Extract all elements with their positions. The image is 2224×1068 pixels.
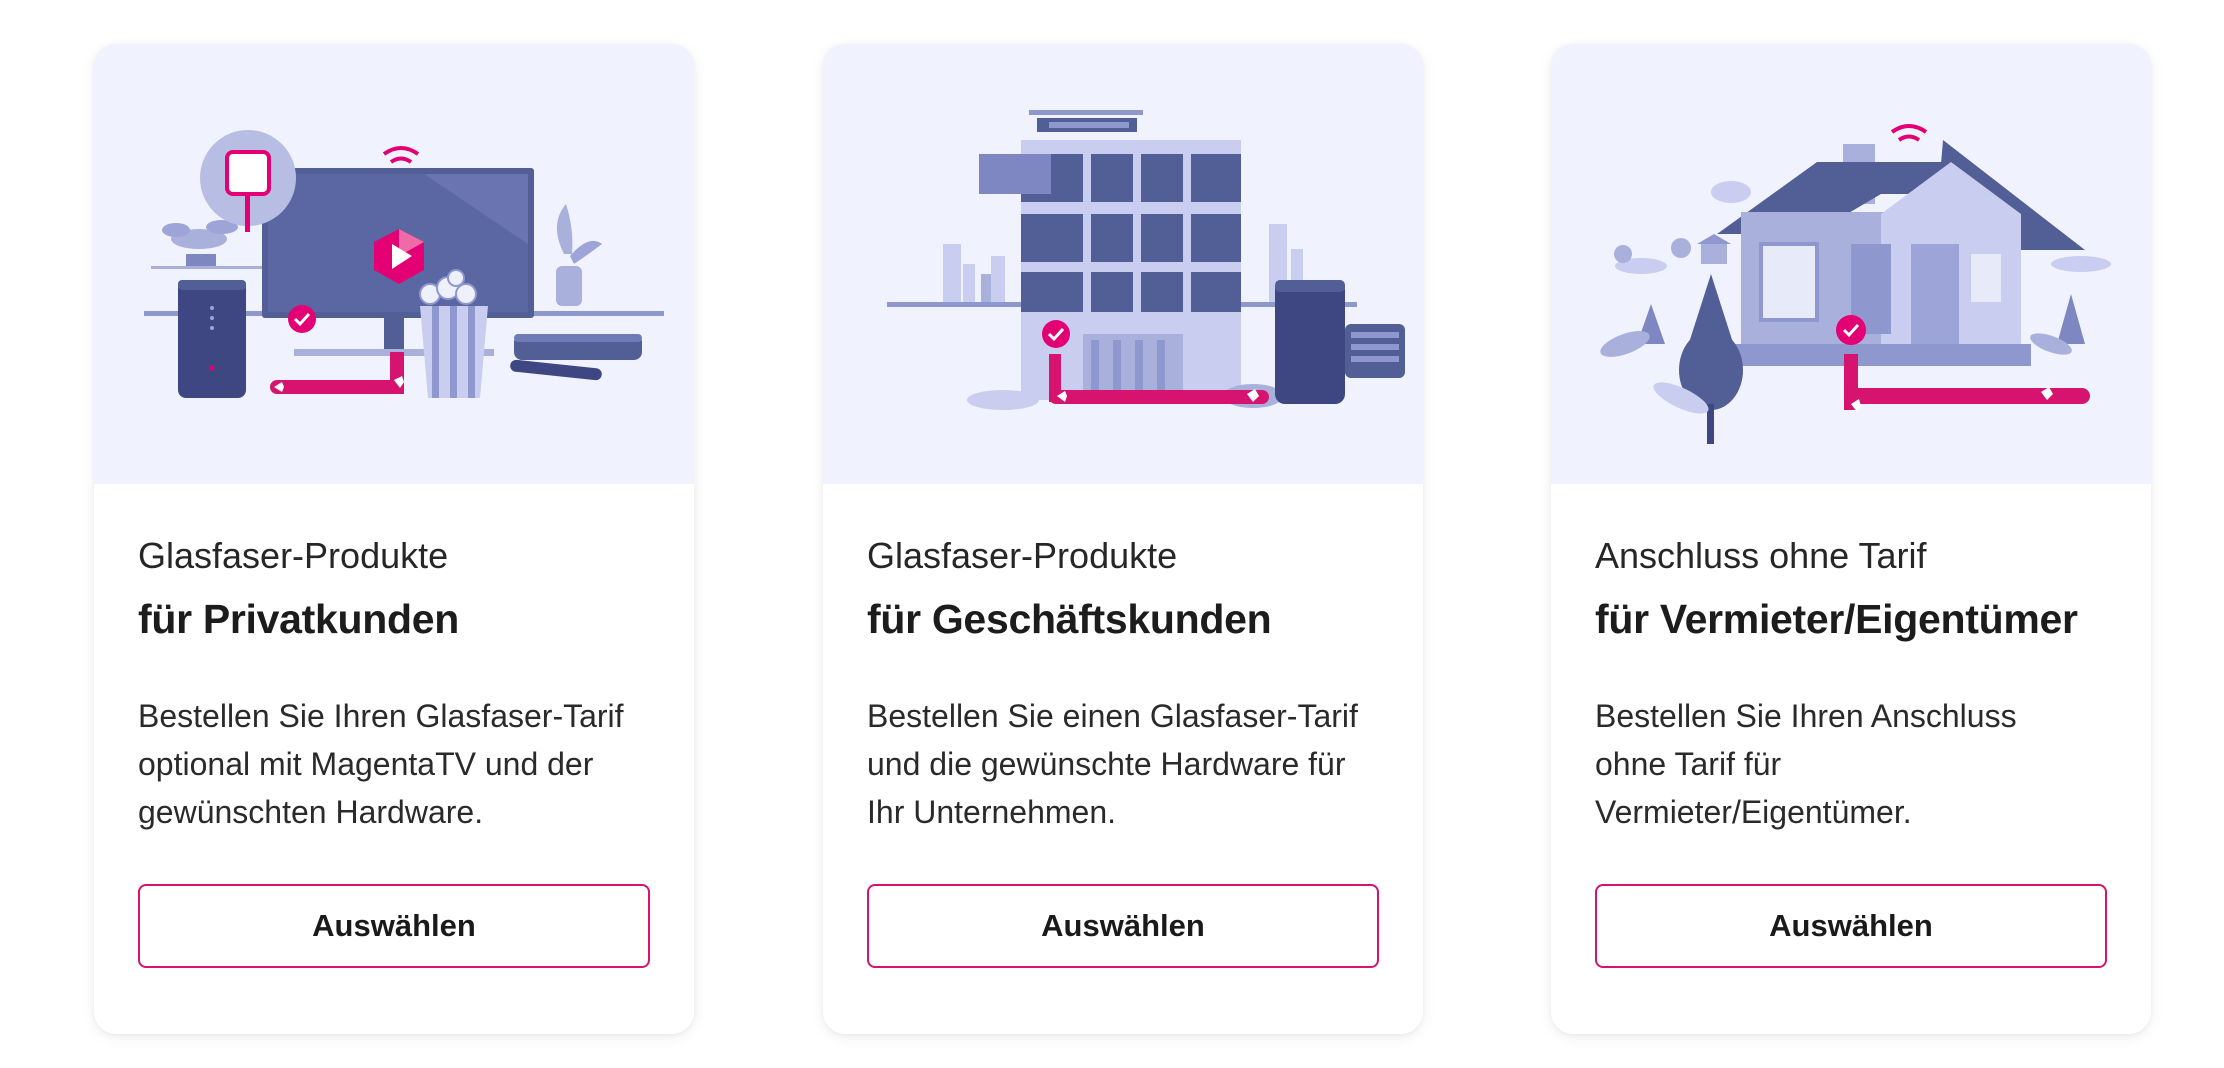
card-description: Bestellen Sie einen Glasfaser-Tarif und … [867,698,1358,830]
card-title: für Privatkunden [138,596,459,642]
card-subtitle: Glasfaser-Produkte [138,535,449,576]
product-card-landlord: Anschluss ohne Tarif für Vermieter/Eigen… [1551,44,2151,1034]
product-card-private: Glasfaser-Produkte für Privatkunden Best… [94,44,694,1034]
card-description: Bestellen Sie Ihren Glasfaser-Tarif opti… [138,698,624,830]
home-tv-router-illustration [94,44,694,484]
house-fiber-connection-illustration [1551,44,2151,484]
card-title: für Geschäftskunden [867,596,1272,642]
card-subtitle: Anschluss ohne Tarif [1595,535,1927,576]
card-title: für Vermieter/Eigentümer [1595,596,2078,642]
select-business-button[interactable]: Auswählen [867,884,1379,968]
select-private-button[interactable]: Auswählen [138,884,650,968]
select-landlord-button[interactable]: Auswählen [1595,884,2107,968]
product-card-business: Glasfaser-Produkte für Geschäftskunden B… [823,44,1423,1034]
card-subtitle: Glasfaser-Produkte [867,535,1178,576]
office-building-router-illustration [823,44,1423,484]
card-description: Bestellen Sie Ihren Anschluss ohne Tarif… [1595,698,2017,830]
